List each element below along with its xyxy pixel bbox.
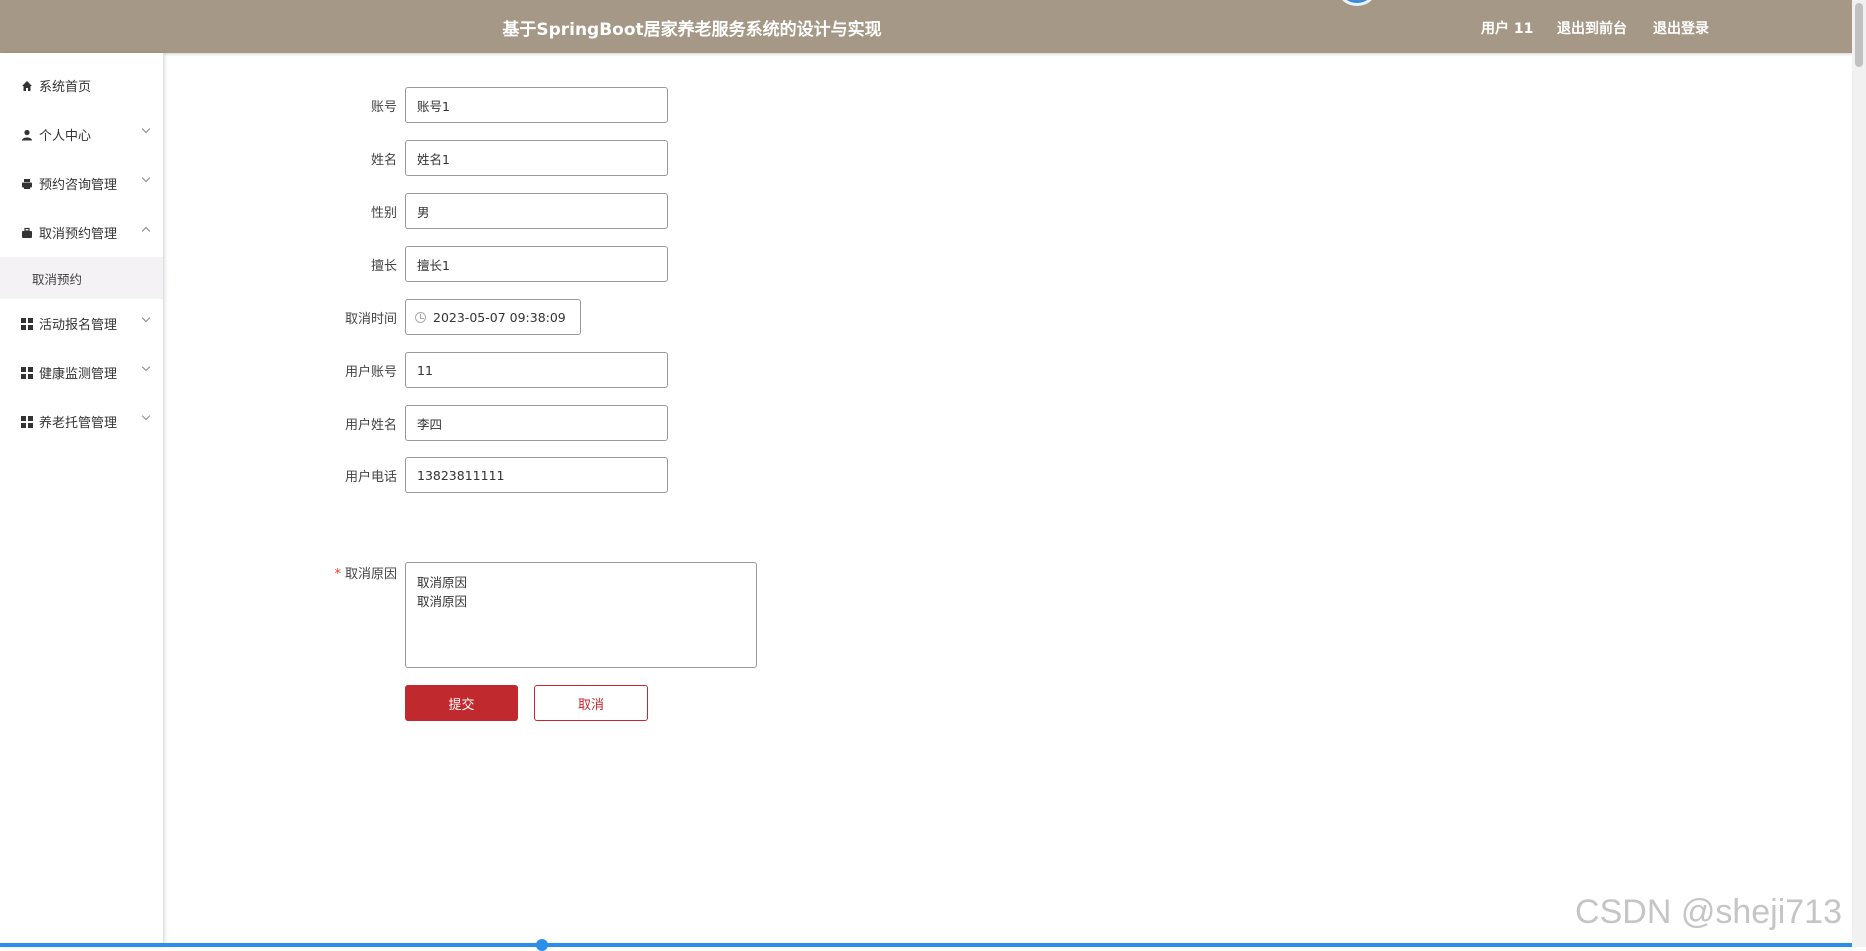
sidebar-item-label: 养老托管管理	[39, 416, 118, 431]
account-label: 账号	[370, 99, 397, 115]
exit-to-front-link[interactable]: 退出到前台	[1557, 18, 1627, 38]
current-user: 用户 11	[1481, 21, 1534, 37]
briefcase-icon	[21, 227, 33, 239]
sidebar-item-care[interactable]: 养老托管管理	[0, 397, 163, 446]
user-name-field[interactable]: 李四	[405, 405, 668, 441]
cancel-time-picker[interactable]: 2023-05-07 09:38:09	[405, 299, 581, 335]
scrollbar-thumb[interactable]	[1855, 3, 1863, 67]
submenu-item-cancel[interactable]: 取消预约	[0, 257, 163, 299]
cancel-reason-label-text: 取消原因	[344, 566, 397, 582]
gender-label: 性别	[370, 205, 397, 221]
user-account-field[interactable]: 11	[405, 352, 668, 388]
chevron-down-icon	[141, 124, 151, 134]
required-mark: *	[334, 566, 341, 582]
home-icon	[21, 80, 33, 92]
user-icon	[21, 129, 33, 141]
account-field[interactable]: 账号1	[405, 87, 668, 123]
sidebar: 系统首页 个人中心 预约咨询管理 取消预约管理 取消预约 活动报名管理 健康监测…	[0, 53, 164, 947]
chevron-down-icon	[141, 411, 151, 421]
specialty-field[interactable]: 擅长1	[405, 246, 668, 282]
grid-icon	[21, 415, 33, 428]
progress-line	[0, 939, 1852, 951]
app-title: 基于SpringBoot居家养老服务系统的设计与实现	[502, 20, 882, 40]
user-name-label: 用户姓名	[344, 417, 397, 433]
submit-button[interactable]: 提交	[405, 685, 518, 721]
sidebar-item-appointment[interactable]: 预约咨询管理	[0, 159, 163, 208]
user-phone-field[interactable]: 13823811111	[405, 457, 668, 493]
sidebar-item-cancel-appointment[interactable]: 取消预约管理	[0, 208, 163, 257]
user-phone-label: 用户电话	[344, 469, 397, 485]
logout-link[interactable]: 退出登录	[1653, 18, 1709, 38]
chevron-down-icon	[141, 362, 151, 372]
cancel-time-label: 取消时间	[344, 311, 397, 327]
sidebar-item-label: 取消预约管理	[39, 227, 118, 242]
user-account-label: 用户账号	[344, 364, 397, 380]
grid-icon	[21, 366, 33, 379]
name-label: 姓名	[370, 152, 397, 168]
sidebar-item-label: 个人中心	[39, 129, 92, 144]
progress-dot[interactable]	[536, 939, 548, 951]
sidebar-item-label: 活动报名管理	[39, 318, 118, 333]
sidebar-item-personal[interactable]: 个人中心	[0, 110, 163, 159]
sidebar-item-label: 预约咨询管理	[39, 178, 118, 193]
sidebar-item-health[interactable]: 健康监测管理	[0, 348, 163, 397]
chevron-up-icon	[141, 226, 151, 236]
cancel-reason-label: * 取消原因	[164, 563, 397, 582]
sidebar-item-home[interactable]: 系统首页	[0, 61, 163, 110]
cancel-button[interactable]: 取消	[534, 685, 648, 721]
cancel-reason-textarea[interactable]: 取消原因 取消原因	[405, 562, 757, 668]
chevron-down-icon	[141, 313, 151, 323]
sidebar-item-label: 健康监测管理	[39, 367, 118, 382]
top-header: 基于SpringBoot居家养老服务系统的设计与实现 用户 11 退出到前台 退…	[0, 0, 1852, 53]
avatar[interactable]	[1338, 0, 1376, 6]
specialty-label: 擅长	[370, 258, 397, 274]
gender-field[interactable]: 男	[405, 193, 668, 229]
sidebar-item-activity[interactable]: 活动报名管理	[0, 299, 163, 348]
name-field[interactable]: 姓名1	[405, 140, 668, 176]
chevron-down-icon	[141, 173, 151, 183]
cancel-time-value: 2023-05-07 09:38:09	[433, 309, 566, 325]
printer-icon	[21, 178, 33, 190]
watermark-text: CSDN @sheji713	[1575, 893, 1842, 931]
vertical-scrollbar[interactable]	[1852, 0, 1866, 947]
clock-icon	[415, 311, 426, 323]
main-content: 账号 账号1 姓名 姓名1 性别 男 擅长 擅长1 取消时间 2023-05-0…	[164, 53, 1852, 947]
sidebar-item-label: 系统首页	[39, 80, 92, 95]
grid-icon	[21, 317, 33, 330]
